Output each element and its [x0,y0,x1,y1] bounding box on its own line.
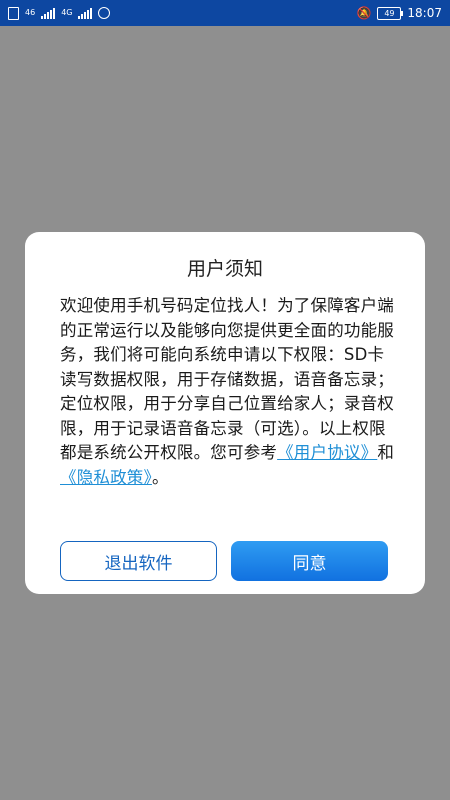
notice-text: 欢迎使用手机号码定位找人！为了保障客户端的正常运行以及能够向您提供更全面的功能服… [60,296,394,462]
status-right: 🔕 49 18:07 [356,6,442,20]
mute-icon: 🔕 [356,6,372,20]
status-bar: 46 4G 🔕 49 18:07 [0,0,450,26]
privacy-policy-link[interactable]: 《隐私政策》 [60,468,152,487]
network-type-1: 46 [25,8,36,17]
dialog-content: 欢迎使用手机号码定位找人！为了保障客户端的正常运行以及能够向您提供更全面的功能服… [60,294,395,490]
signal-icon [78,7,93,19]
dialog-title: 用户须知 [186,258,263,280]
battery-icon: 49 [377,6,404,20]
end-punctuation: 。 [151,467,169,487]
battery-level: 49 [384,8,395,18]
sim-icon [8,6,19,20]
conjunction-text: 和 [377,443,395,462]
status-left: 46 4G [8,6,111,20]
network-type-2: 4G [61,8,73,17]
signal-icon [41,7,56,19]
user-notice-dialog: 用户须知 欢迎使用手机号码定位找人！为了保障客户端的正常运行以及能够向您提供更全… [25,232,425,594]
exit-app-button[interactable]: 退出软件 [60,541,217,581]
clock: 18:07 [407,6,442,20]
agree-button[interactable]: 同意 [231,541,388,581]
alarm-icon [98,7,111,19]
user-agreement-link[interactable]: 《用户协议》 [277,443,377,462]
